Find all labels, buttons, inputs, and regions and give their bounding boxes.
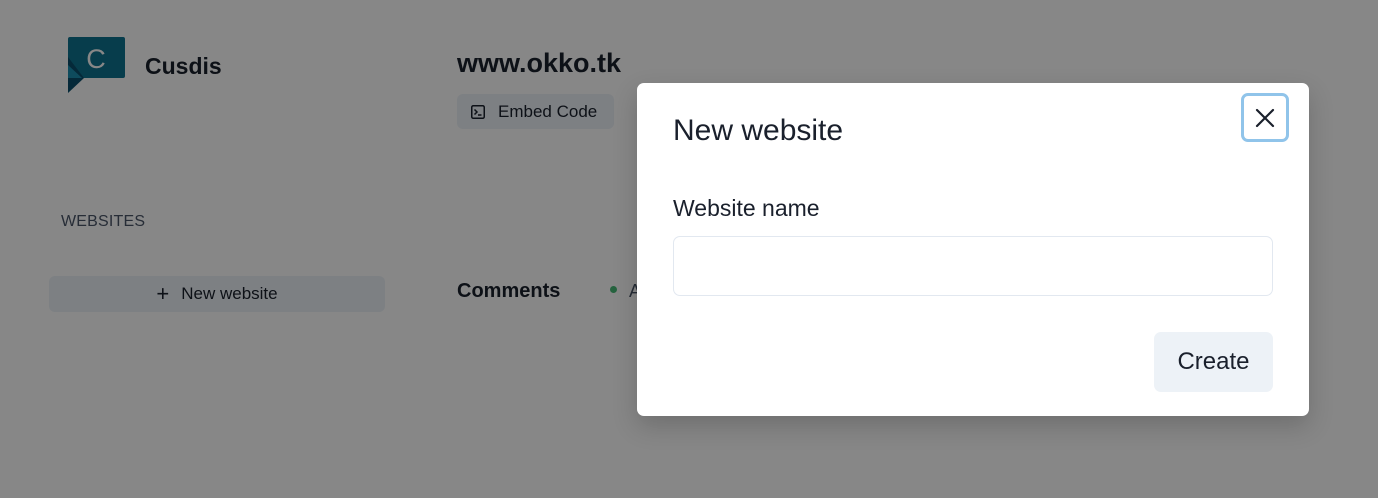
close-icon — [1255, 108, 1275, 127]
create-button[interactable]: Create — [1154, 332, 1273, 392]
new-website-modal: New website Website name Create — [637, 83, 1309, 416]
website-name-label: Website name — [673, 195, 820, 221]
website-name-input[interactable] — [673, 236, 1273, 296]
modal-close-button[interactable] — [1241, 93, 1289, 142]
modal-title: New website — [673, 114, 844, 147]
